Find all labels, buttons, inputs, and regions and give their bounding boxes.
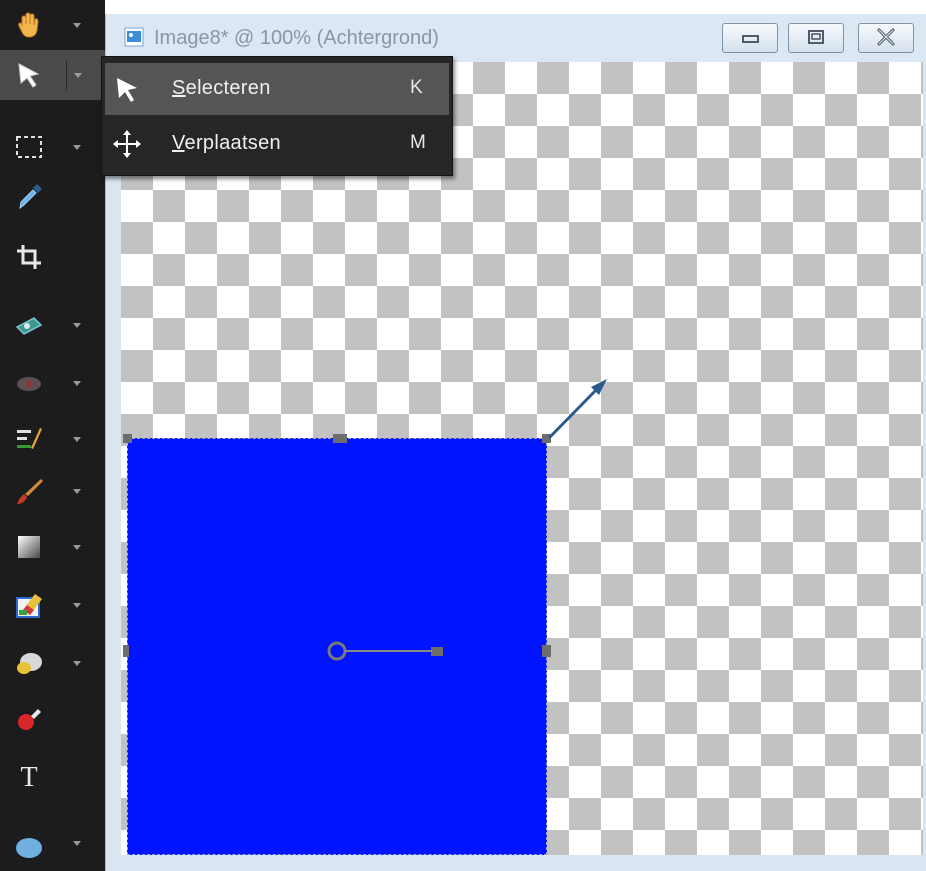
pan-tool-dropdown[interactable] xyxy=(66,10,88,40)
clone-brush-icon xyxy=(17,428,42,449)
rotation-handle[interactable] xyxy=(431,647,443,656)
shape-tool-dropdown[interactable] xyxy=(66,828,88,858)
eraser-icon xyxy=(16,594,42,618)
blue-layer-rect[interactable] xyxy=(127,438,547,855)
menu-item-shortcut: M xyxy=(410,132,426,153)
hand-icon xyxy=(18,12,39,38)
arrow-cursor-icon xyxy=(117,78,137,102)
menu-item-selecteren[interactable]: Selecteren K xyxy=(105,63,449,115)
crop-tool-button[interactable] xyxy=(0,232,105,282)
crop-icon xyxy=(17,245,41,269)
minimize-button[interactable] xyxy=(722,23,778,53)
document-title: Image8* @ 100% (Achtergrond) xyxy=(154,27,439,49)
clone-tool-dropdown[interactable] xyxy=(66,424,88,454)
dropper-tool-button[interactable] xyxy=(0,172,105,222)
close-button[interactable] xyxy=(858,23,914,53)
red-eye-tool-dropdown[interactable] xyxy=(66,368,88,398)
straighten-tool-dropdown[interactable] xyxy=(66,310,88,340)
handle-top-right[interactable] xyxy=(542,434,551,443)
pick-tool-dropdown[interactable] xyxy=(66,60,89,90)
arrow-cursor-icon xyxy=(18,63,40,88)
image-canvas[interactable] xyxy=(121,62,923,855)
svg-text:T: T xyxy=(20,762,37,790)
marquee-icon xyxy=(16,136,42,158)
eraser-tool-dropdown[interactable] xyxy=(66,590,88,620)
menu-item-label: Selecteren xyxy=(172,77,271,99)
selection-tool-button[interactable] xyxy=(0,122,105,172)
document-titlebar[interactable]: Image8* @ 100% (Achtergrond) xyxy=(106,14,926,62)
menu-item-shortcut: K xyxy=(410,77,423,98)
gradient-tool-button[interactable] xyxy=(0,522,105,572)
straighten-icon xyxy=(15,317,43,335)
eye-icon xyxy=(17,377,41,391)
resize-direction-arrow xyxy=(547,385,601,440)
pick-tool-flyout-menu: Selecteren K Verplaatsen M xyxy=(101,56,453,176)
selection-tool-dropdown[interactable] xyxy=(66,132,88,162)
text-tool-button[interactable]: T xyxy=(0,750,105,800)
paint-brush-icon xyxy=(17,479,43,504)
restore-button[interactable] xyxy=(788,23,844,53)
eyedropper-icon xyxy=(19,184,42,210)
flood-fill-tool-button[interactable] xyxy=(0,638,105,688)
minimize-icon xyxy=(742,35,759,43)
image-document-icon xyxy=(124,27,144,47)
arrow-head-icon xyxy=(591,379,607,395)
restore-icon xyxy=(808,30,824,44)
paint-brush-tool-button[interactable] xyxy=(0,466,105,516)
tools-toolbar: T xyxy=(0,0,105,871)
pick-tool-button[interactable] xyxy=(0,50,105,100)
handle-middle-right[interactable] xyxy=(542,645,551,657)
text-icon: T xyxy=(20,762,37,790)
picture-tube-icon xyxy=(18,709,41,730)
picture-tube-tool-button[interactable] xyxy=(0,694,105,744)
handle-middle-left[interactable] xyxy=(123,645,129,657)
menu-item-verplaatsen[interactable]: Verplaatsen M xyxy=(105,118,449,170)
menu-item-label: Verplaatsen xyxy=(172,132,281,154)
red-eye-tool-button[interactable] xyxy=(0,358,105,408)
clone-tool-button[interactable] xyxy=(0,414,105,464)
flood-fill-tool-dropdown[interactable] xyxy=(66,648,88,678)
handle-top-left[interactable] xyxy=(123,434,132,443)
close-icon xyxy=(877,28,895,46)
eraser-tool-button[interactable] xyxy=(0,580,105,630)
straighten-tool-button[interactable] xyxy=(0,300,105,350)
shape-tool-button[interactable] xyxy=(0,818,105,868)
paint-brush-tool-dropdown[interactable] xyxy=(66,476,88,506)
pan-tool-button[interactable] xyxy=(0,0,105,50)
ellipse-icon xyxy=(16,838,42,858)
gradient-icon xyxy=(18,536,40,558)
gradient-tool-dropdown[interactable] xyxy=(66,532,88,562)
paint-bucket-icon xyxy=(17,653,42,674)
handle-top-center[interactable] xyxy=(333,434,347,443)
move-icon xyxy=(113,130,141,158)
